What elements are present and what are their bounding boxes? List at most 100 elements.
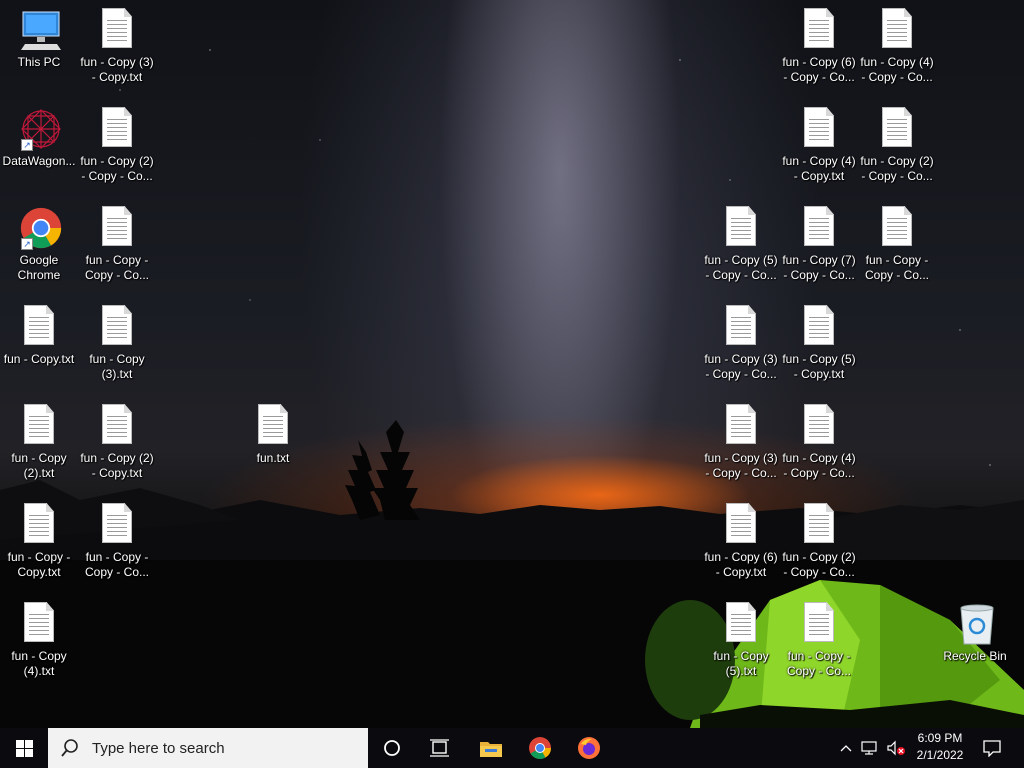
desktop-icon[interactable]: fun - Copy (3) - Copy - Co...	[703, 305, 779, 382]
taskbar-chrome[interactable]	[517, 728, 563, 768]
desktop-icon-label: fun.txt	[256, 451, 290, 465]
desktop-icon[interactable]: fun - Copy - Copy - Co...	[781, 602, 857, 679]
desktop-icon-glyph	[799, 404, 839, 448]
desktop-icon-label: fun - Copy (2) - Copy - Co...	[80, 154, 154, 183]
desktop-icon-label: fun - Copy (2) - Copy - Co...	[860, 154, 934, 183]
desktop-icon-label: Google Chrome	[17, 253, 61, 282]
desktop-icon[interactable]: fun - Copy (2) - Copy - Co...	[859, 107, 935, 184]
text-file-icon	[882, 8, 912, 48]
desktop-icon-label: fun - Copy (4).txt	[11, 649, 67, 678]
desktop-icon[interactable]: fun - Copy - Copy - Co...	[79, 206, 155, 283]
taskbar-file-explorer[interactable]	[468, 728, 514, 768]
desktop-icon[interactable]: ↗ DataWagon...	[1, 107, 77, 169]
desktop-icon[interactable]: fun - Copy (6) - Copy - Co...	[781, 8, 857, 85]
desktop-icon[interactable]: ↗ Google Chrome	[1, 206, 77, 283]
desktop-icon-label: fun - Copy (3) - Copy - Co...	[704, 451, 778, 480]
desktop-icon[interactable]: fun - Copy (3).txt	[79, 305, 155, 382]
text-file-icon	[102, 8, 132, 48]
desktop-icon[interactable]: fun - Copy - Copy.txt	[1, 503, 77, 580]
shortcut-arrow-icon: ↗	[21, 139, 33, 151]
desktop-icon[interactable]: fun - Copy - Copy - Co...	[79, 503, 155, 580]
text-file-icon	[882, 107, 912, 147]
firefox-icon	[578, 737, 600, 759]
desktop-icon[interactable]: fun - Copy - Copy - Co...	[859, 206, 935, 283]
clock[interactable]: 6:09 PM 2/1/2022	[900, 730, 980, 764]
desktop-icon-label: fun - Copy (6) - Copy - Co...	[782, 55, 856, 84]
desktop-icon-glyph	[799, 107, 839, 151]
desktop-icon[interactable]: This PC	[1, 8, 77, 70]
text-file-icon	[804, 602, 834, 642]
desktop-icon[interactable]: fun - Copy.txt	[1, 305, 77, 367]
desktop-icon[interactable]: fun - Copy (2) - Copy - Co...	[781, 503, 857, 580]
search-box[interactable]: Type here to search	[48, 728, 368, 768]
desktop-icon[interactable]: fun - Copy (6) - Copy.txt	[703, 503, 779, 580]
desktop-icon[interactable]: fun - Copy (3) - Copy - Co...	[703, 404, 779, 481]
taskbar-firefox[interactable]	[566, 728, 612, 768]
text-file-icon	[726, 305, 756, 345]
desktop-icon[interactable]: fun - Copy (5) - Copy - Co...	[703, 206, 779, 283]
desktop-icon-label: fun - Copy.txt	[3, 352, 75, 366]
desktop-icon[interactable]: fun - Copy (5) - Copy.txt	[781, 305, 857, 382]
desktop-icon[interactable]: fun - Copy (2) - Copy.txt	[79, 404, 155, 481]
text-file-icon	[102, 404, 132, 444]
network-tray-button[interactable]	[858, 728, 882, 768]
desktop-icon[interactable]: fun - Copy (4) - Copy - Co...	[781, 404, 857, 481]
text-file-icon	[24, 503, 54, 543]
desktop-icon-label: fun - Copy (4) - Copy.txt	[782, 154, 856, 183]
desktop-icon-glyph	[19, 404, 59, 448]
cortana-button[interactable]	[370, 728, 414, 768]
action-center-button[interactable]	[972, 728, 1012, 768]
desktop-icon-glyph	[97, 305, 137, 349]
desktop-icon[interactable]: fun - Copy (5).txt	[703, 602, 779, 679]
text-file-icon	[804, 305, 834, 345]
taskbar: Type here to search 6:09 PM 2/1/2022	[0, 728, 1024, 768]
desktop-icon-label: fun - Copy - Copy - Co...	[864, 253, 930, 282]
task-view-icon	[430, 739, 449, 757]
text-file-icon	[882, 206, 912, 246]
desktop-icon-glyph	[877, 107, 917, 151]
desktop-icon[interactable]: fun - Copy (7) - Copy - Co...	[781, 206, 857, 283]
desktop-icon[interactable]: fun - Copy (4) - Copy.txt	[781, 107, 857, 184]
search-placeholder: Type here to search	[92, 739, 225, 757]
start-button[interactable]	[0, 728, 48, 768]
notification-icon	[983, 740, 1001, 757]
desktop-icon-glyph	[877, 206, 917, 250]
desktop-icon[interactable]: fun - Copy (4) - Copy - Co...	[859, 8, 935, 85]
desktop-icon-label: fun - Copy - Copy - Co...	[84, 550, 150, 579]
desktop-icon-glyph	[19, 503, 59, 547]
show-hidden-icons-button[interactable]	[836, 728, 856, 768]
shortcut-arrow-icon: ↗	[21, 238, 33, 250]
desktop-icon-glyph	[721, 206, 761, 250]
desktop-icon[interactable]: fun - Copy (4).txt	[1, 602, 77, 679]
text-file-icon	[24, 305, 54, 345]
text-file-icon	[804, 503, 834, 543]
desktop-icon-glyph: ↗	[19, 107, 61, 151]
desktop-icon-glyph	[721, 503, 761, 547]
desktop-icon[interactable]: fun.txt	[235, 404, 311, 466]
desktop-icon-glyph	[97, 107, 137, 151]
desktop-icon-glyph	[97, 503, 137, 547]
desktop-icon-glyph	[799, 305, 839, 349]
desktop-icon-glyph: ↗	[19, 206, 62, 250]
desktop[interactable]: This PC fun - Copy (3) - Copy.txt fun - Co…	[0, 0, 1024, 728]
desktop-icon-glyph	[721, 404, 761, 448]
desktop-icon-glyph	[97, 8, 137, 52]
cortana-icon	[384, 740, 400, 756]
desktop-icon-label: fun - Copy (2).txt	[11, 451, 67, 480]
text-file-icon	[102, 206, 132, 246]
desktop-icon-label: fun - Copy - Copy.txt	[7, 550, 71, 579]
file-explorer-icon	[480, 742, 502, 757]
desktop-icon[interactable]: fun - Copy (2).txt	[1, 404, 77, 481]
desktop-icon-glyph	[97, 206, 137, 250]
computer-icon	[21, 11, 61, 50]
recycle-bin-icon	[960, 604, 994, 645]
desktop-icon[interactable]: fun - Copy (3) - Copy.txt	[79, 8, 155, 85]
desktop-icon-glyph	[19, 8, 61, 52]
desktop-icon[interactable]: fun - Copy (2) - Copy - Co...	[79, 107, 155, 184]
task-view-button[interactable]	[418, 728, 462, 768]
desktop-icon-glyph	[253, 404, 293, 448]
desktop-icon-glyph	[799, 503, 839, 547]
desktop-icon-glyph	[799, 602, 839, 646]
desktop-icon[interactable]: Recycle Bin	[937, 602, 1013, 664]
windows-logo-icon	[15, 739, 33, 757]
